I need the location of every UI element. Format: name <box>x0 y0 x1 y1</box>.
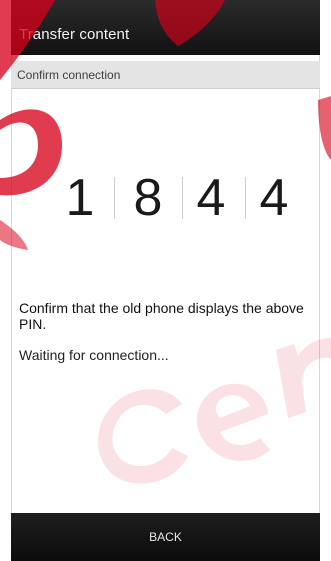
pin-separator <box>114 177 115 219</box>
back-button[interactable]: BACK <box>11 513 320 561</box>
screen: Transfer content Confirm connection 1 8 … <box>11 0 320 561</box>
bottom-action-bar: BACK <box>11 513 320 561</box>
section-header-label: Confirm connection <box>17 68 121 82</box>
pin-digit-3: 4 <box>196 169 226 227</box>
pin-digit-4: 4 <box>259 169 289 227</box>
title-bar: Transfer content <box>11 0 320 55</box>
pin-digit-2: 8 <box>133 169 163 227</box>
section-header: Confirm connection <box>11 61 320 89</box>
frame-right-edge <box>320 0 331 561</box>
frame-left-edge <box>0 0 11 561</box>
confirm-message: Confirm that the old phone displays the … <box>19 300 304 332</box>
pin-digit-1: 1 <box>65 169 95 227</box>
pin-display: 1 8 4 4 <box>51 165 301 231</box>
page-title: Transfer content <box>19 26 130 43</box>
status-text: Waiting for connection... <box>19 347 169 363</box>
phone-frame: Transfer content Confirm connection 1 8 … <box>0 0 331 561</box>
